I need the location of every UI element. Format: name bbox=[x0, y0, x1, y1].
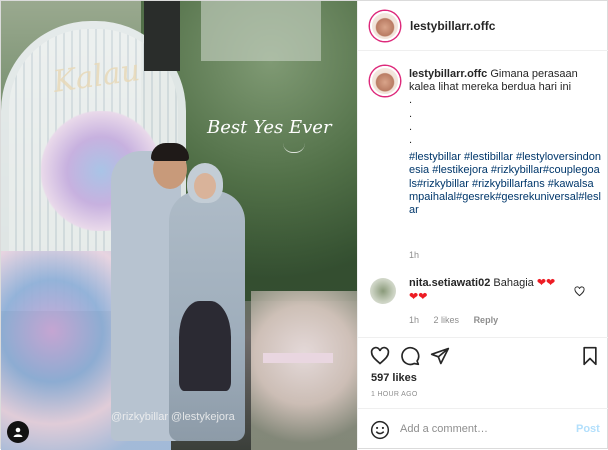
commenter-username[interactable]: nita.setiawati02 bbox=[409, 277, 490, 289]
caption: lestybillarr.offc Gimana perasaan kalea … bbox=[409, 68, 601, 217]
caption-timestamp: 1h bbox=[409, 250, 420, 260]
comment-heart-emoji: ❤❤ bbox=[409, 291, 428, 303]
decor-table bbox=[263, 353, 333, 363]
reply-button[interactable]: Reply bbox=[474, 315, 499, 325]
comment: nita.setiawati02 Bahagia ❤❤ ❤❤ bbox=[409, 276, 577, 304]
caption-dot: . bbox=[409, 107, 413, 120]
caption-dot: . bbox=[409, 120, 413, 133]
caption-avatar[interactable] bbox=[370, 66, 400, 96]
share-icon[interactable] bbox=[430, 346, 450, 366]
user-tag-icon[interactable] bbox=[7, 421, 29, 443]
post-side-panel: lestybillarr.offc lestybillarr.offc Gima… bbox=[357, 1, 608, 450]
heart-icon[interactable] bbox=[370, 346, 390, 366]
comment-heart-emoji: ❤❤ bbox=[536, 277, 556, 289]
comment-timestamp: 1h bbox=[409, 315, 420, 325]
add-comment-bar: Post bbox=[358, 408, 608, 450]
bouquet bbox=[179, 301, 231, 391]
post-header: lestybillarr.offc bbox=[358, 1, 608, 51]
decor-pole bbox=[144, 1, 180, 71]
caption-hashtags[interactable]: #lestybillar #lestibillar #lestyloversin… bbox=[409, 151, 601, 217]
caption-dot: . bbox=[409, 94, 413, 107]
comment-icon[interactable] bbox=[400, 346, 420, 366]
background-sky bbox=[201, 1, 321, 61]
comment-likes[interactable]: 2 likes bbox=[434, 315, 460, 325]
caption-dot: . bbox=[409, 134, 413, 147]
photo-overlay-text: Best Yes Ever bbox=[207, 117, 332, 138]
comment-heart-icon[interactable] bbox=[574, 284, 586, 297]
comments-scroll[interactable]: lestybillarr.offc Gimana perasaan kalea … bbox=[358, 52, 608, 337]
post-comment-button[interactable]: Post bbox=[576, 423, 600, 435]
comment-input[interactable] bbox=[400, 419, 560, 439]
bookmark-icon[interactable] bbox=[580, 346, 600, 366]
emoji-icon[interactable] bbox=[370, 420, 390, 440]
posted-time: 1 HOUR AGO bbox=[371, 391, 418, 398]
comment-text: Bahagia bbox=[493, 277, 534, 289]
commenter-avatar[interactable] bbox=[370, 278, 396, 304]
author-username[interactable]: lestybillarr.offc bbox=[410, 19, 495, 33]
likes-count[interactable]: 597 likes bbox=[371, 372, 417, 384]
post-photo[interactable]: Kalau Best Yes Ever @rizkybillar @lestyk… bbox=[1, 1, 357, 450]
caption-username[interactable]: lestybillarr.offc bbox=[409, 68, 487, 80]
post-actions bbox=[358, 337, 608, 373]
decor-flowers-right bbox=[251, 291, 357, 450]
comment-meta: 1h 2 likes Reply bbox=[409, 315, 510, 325]
author-avatar[interactable] bbox=[370, 11, 400, 41]
photo-tags-text: @rizkybillar @lestykejora bbox=[111, 411, 235, 423]
person-man-hair bbox=[151, 143, 189, 161]
instagram-post: Kalau Best Yes Ever @rizkybillar @lestyk… bbox=[0, 0, 608, 450]
person-woman-face bbox=[194, 173, 216, 199]
